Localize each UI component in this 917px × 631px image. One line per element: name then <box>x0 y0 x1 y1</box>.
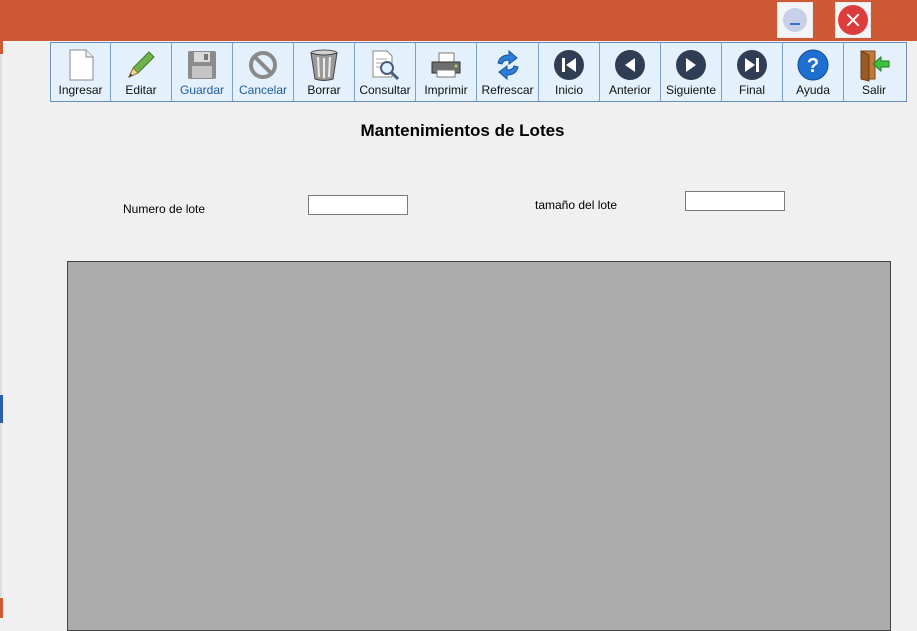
exit-door-icon <box>857 48 891 82</box>
edge-marker <box>0 598 3 618</box>
first-record-icon <box>552 48 586 82</box>
anterior-button[interactable]: Anterior <box>600 43 661 101</box>
minimize-button[interactable] <box>777 2 813 38</box>
refrescar-label: Refrescar <box>481 83 534 97</box>
final-label: Final <box>738 83 765 97</box>
data-grid[interactable] <box>67 261 891 631</box>
close-button[interactable] <box>835 2 871 38</box>
search-document-icon <box>368 48 402 82</box>
refrescar-button[interactable]: Refrescar <box>477 43 539 101</box>
tamano-lote-input[interactable] <box>685 191 785 211</box>
trash-can-icon <box>307 48 341 82</box>
imprimir-button[interactable]: Imprimir <box>416 43 477 101</box>
editar-label: Editar <box>125 83 157 97</box>
ayuda-label: Ayuda <box>796 83 830 97</box>
next-record-icon <box>674 48 708 82</box>
numero-lote-input[interactable] <box>308 195 408 215</box>
ingresar-label: Ingresar <box>58 83 103 97</box>
svg-text:?: ? <box>807 55 819 77</box>
siguiente-button[interactable]: Siguiente <box>661 43 722 101</box>
cancelar-button[interactable]: Cancelar <box>233 43 294 101</box>
ingresar-button[interactable]: Ingresar <box>51 43 111 101</box>
minimize-icon <box>783 8 807 32</box>
previous-record-icon <box>613 48 647 82</box>
edge-marker <box>0 395 3 423</box>
anterior-label: Anterior <box>608 83 652 97</box>
printer-icon <box>429 48 463 82</box>
salir-label: Salir <box>861 83 886 97</box>
inicio-button[interactable]: Inicio <box>539 43 600 101</box>
guardar-label: Guardar <box>179 83 225 97</box>
final-button[interactable]: Final <box>722 43 783 101</box>
new-document-icon <box>64 48 98 82</box>
floppy-disk-icon <box>185 48 219 82</box>
edge-marker <box>0 40 3 54</box>
inicio-label: Inicio <box>554 83 583 97</box>
consultar-label: Consultar <box>359 83 411 97</box>
consultar-button[interactable]: Consultar <box>355 43 416 101</box>
page-title: Mantenimientos de Lotes <box>360 121 565 140</box>
salir-button[interactable]: Salir <box>844 43 904 101</box>
window-edge <box>0 0 2 618</box>
borrar-label: Borrar <box>307 83 341 97</box>
toolbar: Ingresar Editar Guardar Cancelar Borrar … <box>50 42 907 102</box>
cancelar-label: Cancelar <box>238 83 288 97</box>
editar-button[interactable]: Editar <box>111 43 172 101</box>
refresh-icon <box>491 48 525 82</box>
pencil-icon <box>124 48 158 82</box>
borrar-button[interactable]: Borrar <box>294 43 355 101</box>
last-record-icon <box>735 48 769 82</box>
numero-lote-label: Numero de lote <box>123 202 206 216</box>
ayuda-button[interactable]: ? Ayuda <box>783 43 844 101</box>
imprimir-label: Imprimir <box>424 83 468 97</box>
cancel-icon <box>246 48 280 82</box>
guardar-button[interactable]: Guardar <box>172 43 233 101</box>
siguiente-label: Siguiente <box>665 83 717 97</box>
tamano-lote-label: tamaño del lote <box>535 198 618 212</box>
help-icon: ? <box>796 48 830 82</box>
close-icon <box>838 5 868 35</box>
